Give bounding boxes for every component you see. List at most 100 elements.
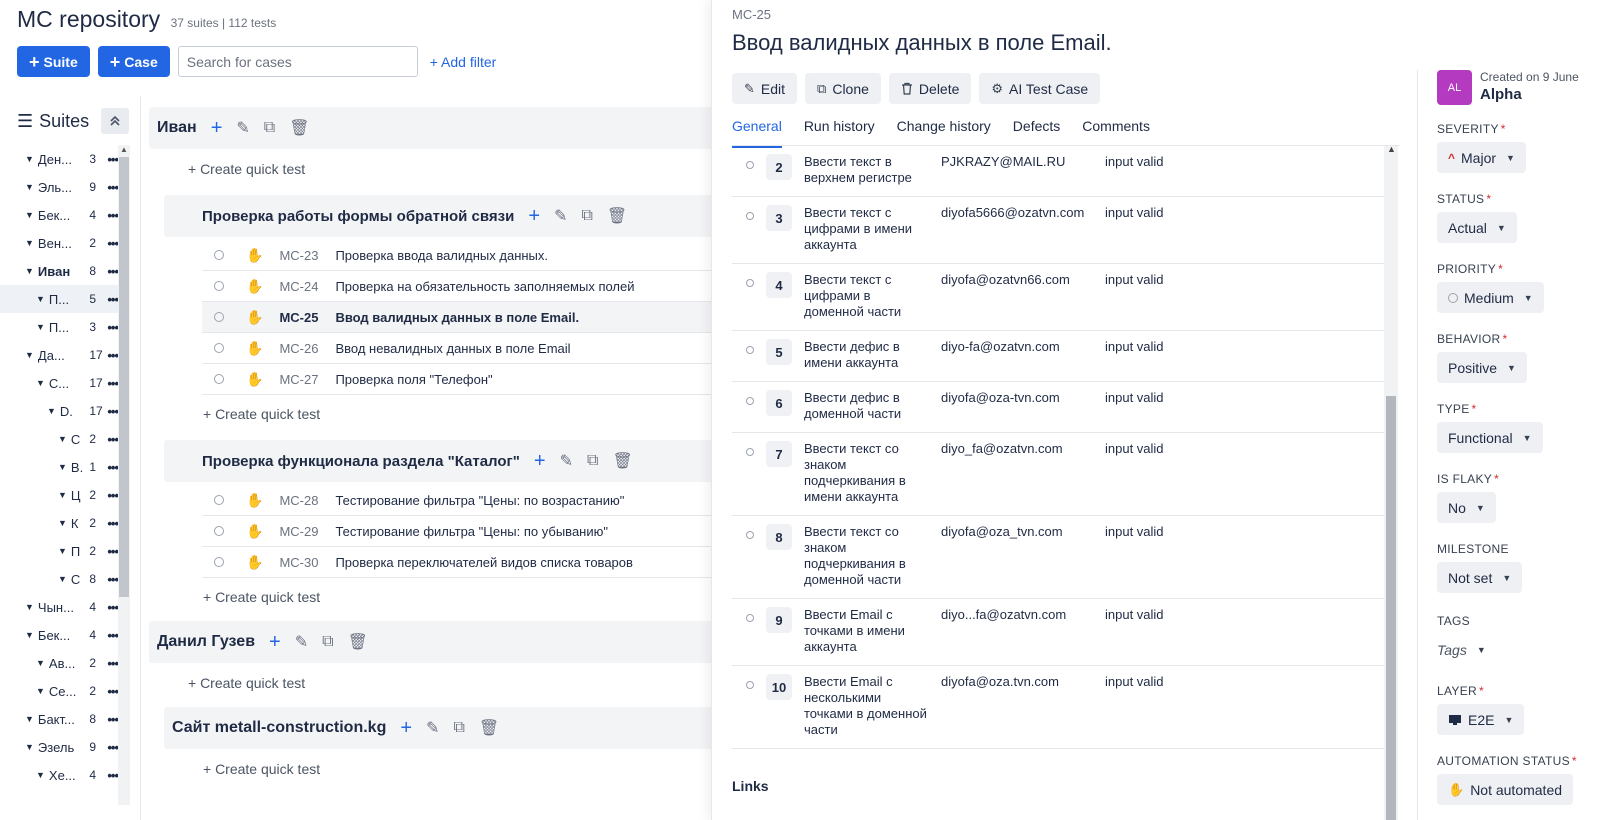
caret-down-icon[interactable]: ▼ — [58, 574, 67, 584]
caret-down-icon[interactable]: ▼ — [58, 434, 67, 444]
caret-down-icon[interactable]: ▼ — [25, 154, 34, 164]
more-icon[interactable]: ••• — [107, 572, 119, 587]
tab-comments[interactable]: Comments — [1082, 118, 1150, 144]
add-icon[interactable]: + — [269, 631, 281, 654]
case-row[interactable]: ✋ MC-24 Проверка на обязательность заполня… — [202, 271, 712, 302]
create-quick-test-link[interactable]: + Create quick test — [188, 161, 305, 177]
copy-icon[interactable]: ⧉ — [453, 719, 464, 737]
trash-icon[interactable]: 🗑 — [479, 718, 499, 738]
tree-item[interactable]: ▼ С 2 ••• — [0, 425, 119, 453]
tree-item[interactable]: ▼ Чын... 4 ••• — [0, 593, 119, 621]
more-icon[interactable]: ••• — [107, 264, 119, 279]
caret-down-icon[interactable]: ▼ — [25, 714, 34, 724]
behavior-select[interactable]: Positive ▼ — [1437, 352, 1527, 383]
tree-item[interactable]: ▼ К 2 ••• — [0, 509, 119, 537]
tree-item[interactable]: ▼ С 8 ••• — [0, 565, 119, 593]
tab-run-history[interactable]: Run history — [804, 118, 875, 144]
more-icon[interactable]: ••• — [107, 460, 119, 475]
trash-icon[interactable]: 🗑 — [612, 451, 632, 471]
ai-test-case-button[interactable]: ⚙ AI Test Case — [979, 73, 1101, 104]
tree-item[interactable]: ▼ Иван 8 ••• — [0, 257, 119, 285]
clone-button[interactable]: ⧉ Clone — [805, 73, 881, 104]
more-icon[interactable]: ••• — [107, 320, 119, 335]
tab-general[interactable]: General — [732, 118, 782, 148]
tree-item[interactable]: ▼ Бакт... 8 ••• — [0, 705, 119, 733]
more-icon[interactable]: ••• — [107, 516, 119, 531]
more-icon[interactable]: ••• — [107, 348, 119, 363]
caret-down-icon[interactable]: ▼ — [36, 322, 45, 332]
caret-down-icon[interactable]: ▼ — [25, 630, 34, 640]
tree-item[interactable]: ▼ Се... 2 ••• — [0, 677, 119, 705]
copy-icon[interactable]: ⧉ — [587, 452, 598, 470]
add-icon[interactable]: + — [534, 450, 546, 473]
status-select[interactable]: Actual ▼ — [1437, 212, 1517, 243]
caret-down-icon[interactable]: ▼ — [25, 742, 34, 752]
layer-select[interactable]: E2E ▼ — [1437, 704, 1525, 735]
tree-item[interactable]: ▼ Бек... 4 ••• — [0, 201, 119, 229]
more-icon[interactable]: ••• — [107, 404, 119, 419]
caret-down-icon[interactable]: ▼ — [36, 294, 45, 304]
caret-down-icon[interactable]: ▼ — [36, 378, 45, 388]
more-icon[interactable]: ••• — [107, 684, 119, 699]
tree-item[interactable]: ▼ B. 1 ••• — [0, 453, 119, 481]
more-icon[interactable]: ••• — [107, 152, 119, 167]
add-icon[interactable]: + — [400, 717, 412, 740]
tab-defects[interactable]: Defects — [1013, 118, 1060, 144]
more-icon[interactable]: ••• — [107, 740, 119, 755]
edit-button[interactable]: ✎ Edit — [732, 73, 798, 104]
search-input[interactable] — [177, 46, 418, 77]
caret-down-icon[interactable]: ▼ — [25, 266, 34, 276]
edit-icon[interactable]: ✎ — [295, 632, 308, 652]
add-icon[interactable]: + — [211, 117, 223, 140]
case-row[interactable]: ✋ MC-26 Ввод невалидных данных в поле Emai… — [202, 333, 712, 364]
tree-item[interactable]: ▼ Да... 17 ••• — [0, 341, 119, 369]
caret-down-icon[interactable]: ▼ — [58, 546, 67, 556]
copy-icon[interactable]: ⧉ — [322, 633, 333, 651]
suite-tree-scrollbar[interactable]: ▲ — [118, 145, 130, 805]
tree-item[interactable]: ▼ П... 3 ••• — [0, 313, 119, 341]
tree-item[interactable]: ▼ П... 5 ••• — [0, 285, 119, 313]
scrollbar-thumb[interactable] — [1386, 396, 1396, 820]
tree-item[interactable]: ▼ Ав... 2 ••• — [0, 649, 119, 677]
delete-button[interactable]: Delete — [888, 73, 972, 104]
caret-down-icon[interactable]: ▼ — [58, 490, 67, 500]
tree-item[interactable]: ▼ Вен... 2 ••• — [0, 229, 119, 257]
caret-down-icon[interactable]: ▼ — [25, 238, 34, 248]
create-quick-test-link[interactable]: + Create quick test — [188, 675, 305, 691]
more-icon[interactable]: ••• — [107, 712, 119, 727]
more-icon[interactable]: ••• — [107, 236, 119, 251]
caret-down-icon[interactable]: ▼ — [36, 686, 45, 696]
tree-item[interactable]: ▼ Бек... 4 ••• — [0, 621, 119, 649]
add-suite-button[interactable]: + Suite — [17, 46, 90, 77]
add-icon[interactable]: + — [528, 205, 540, 228]
tree-item[interactable]: ▼ С... 17 ••• — [0, 369, 119, 397]
caret-down-icon[interactable]: ▼ — [58, 462, 67, 472]
create-quick-test-link[interactable]: + Create quick test — [203, 589, 320, 605]
more-icon[interactable]: ••• — [107, 628, 119, 643]
caret-down-icon[interactable]: ▼ — [58, 518, 67, 528]
is-flaky-select[interactable]: No ▼ — [1437, 492, 1496, 523]
more-icon[interactable]: ••• — [107, 768, 119, 783]
caret-down-icon[interactable]: ▼ — [25, 210, 34, 220]
case-row[interactable]: ✋ MC-30 Проверка переключателей видов спис… — [202, 547, 712, 578]
case-row[interactable]: ✋ MC-29 Тестирование фильтра "Цены: по убы… — [202, 516, 712, 547]
create-quick-test-link[interactable]: + Create quick test — [203, 761, 320, 777]
caret-down-icon[interactable]: ▼ — [36, 770, 45, 780]
more-icon[interactable]: ••• — [107, 544, 119, 559]
copy-icon[interactable]: ⧉ — [264, 119, 275, 137]
more-icon[interactable]: ••• — [107, 208, 119, 223]
tab-change-history[interactable]: Change history — [897, 118, 991, 144]
more-icon[interactable]: ••• — [107, 292, 119, 307]
edit-icon[interactable]: ✎ — [560, 451, 573, 471]
type-select[interactable]: Functional ▼ — [1437, 422, 1543, 453]
add-case-button[interactable]: + Case — [97, 46, 170, 77]
edit-icon[interactable]: ✎ — [554, 206, 567, 226]
caret-down-icon[interactable]: ▼ — [36, 658, 45, 668]
more-icon[interactable]: ••• — [107, 488, 119, 503]
caret-down-icon[interactable]: ▼ — [25, 182, 34, 192]
case-row[interactable]: ✋ MC-28 Тестирование фильтра "Цены: по воз… — [202, 485, 712, 516]
automation-status-select[interactable]: ✋ Not automated — [1437, 774, 1574, 805]
case-row[interactable]: ✋ MC-23 Проверка ввода валидных данных. — [202, 240, 712, 271]
tree-item[interactable]: ▼ Ц 2 ••• — [0, 481, 119, 509]
tree-item[interactable]: ▼ П 2 ••• — [0, 537, 119, 565]
